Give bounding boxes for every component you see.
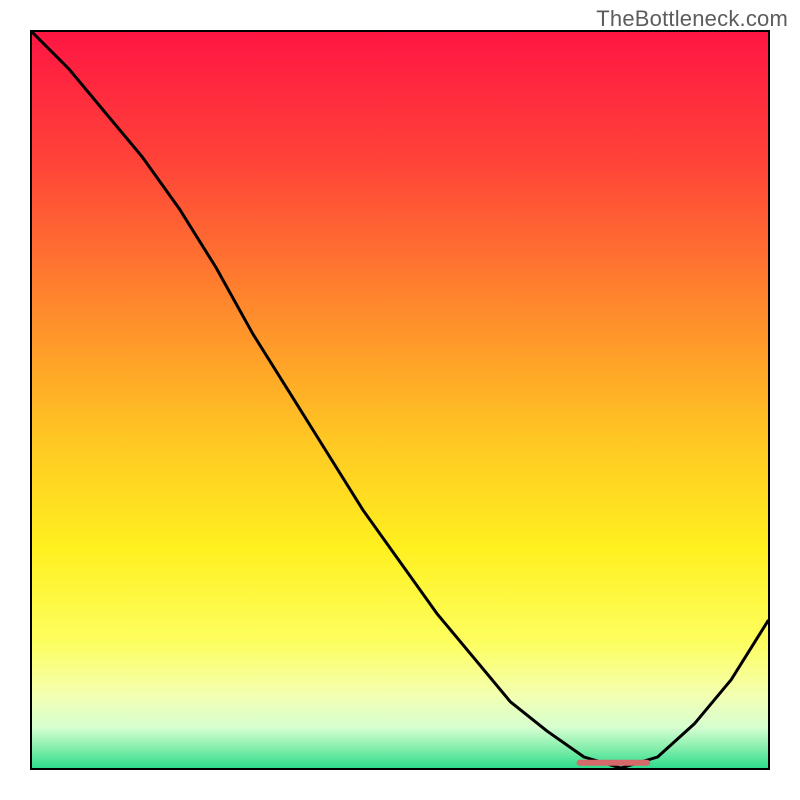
plot-area xyxy=(30,30,770,770)
chart-container: TheBottleneck.com xyxy=(0,0,800,800)
chart-svg xyxy=(32,32,768,768)
optimal-range-marker xyxy=(577,760,651,766)
gradient-fill xyxy=(32,32,768,768)
watermark-text: TheBottleneck.com xyxy=(596,6,788,32)
